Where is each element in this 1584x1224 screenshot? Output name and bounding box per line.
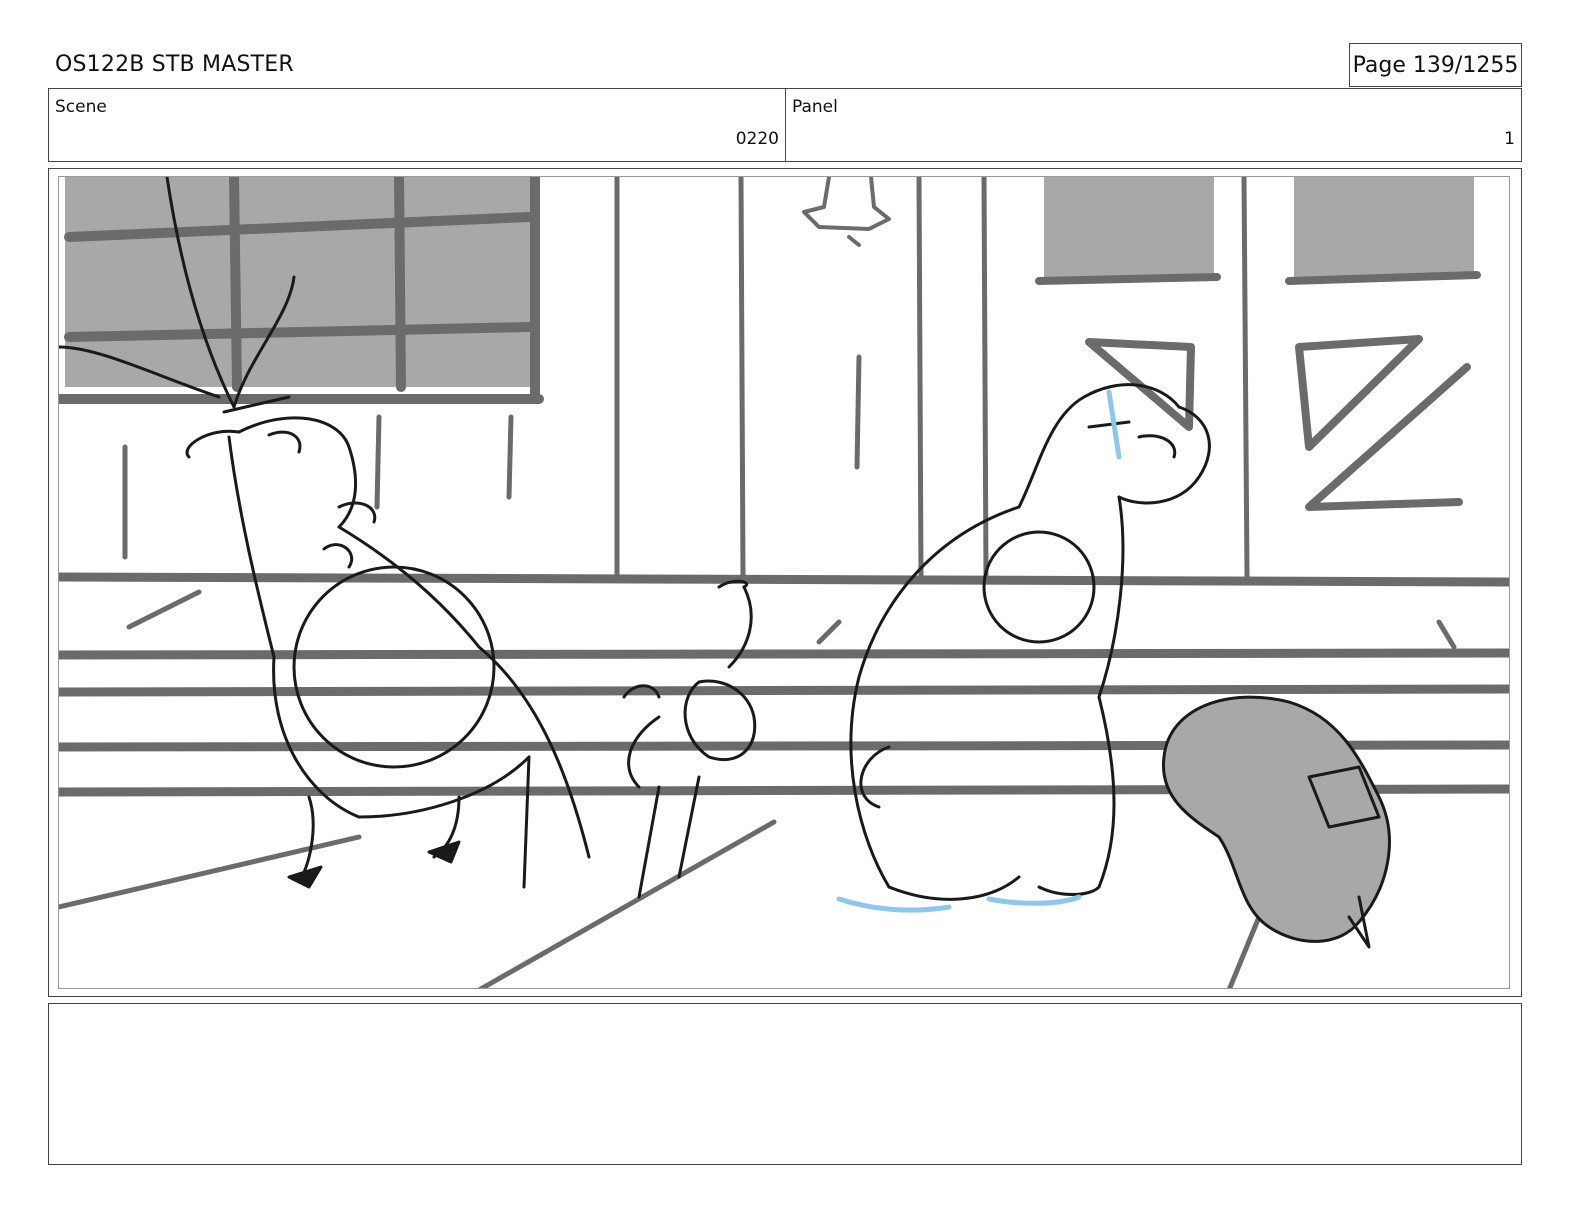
- storyboard-sketch-image: [59, 177, 1509, 988]
- panel-cell: Panel 1: [786, 89, 1521, 161]
- page-word: Page: [1352, 52, 1406, 78]
- window-right-1: [1044, 177, 1214, 277]
- scene-label: Scene: [55, 97, 107, 117]
- page-indicator: Page 139/1255: [1349, 43, 1522, 87]
- panel-label: Panel: [792, 97, 838, 117]
- scene-cell: Scene 0220: [49, 89, 786, 161]
- notes-box: [48, 1003, 1522, 1165]
- scene-value: 0220: [735, 129, 779, 149]
- window-left: [65, 177, 535, 387]
- window-right-2: [1294, 177, 1474, 277]
- gray-creature: [1161, 695, 1391, 943]
- page-number: 139/1255: [1412, 52, 1519, 78]
- panel-value: 1: [1504, 129, 1515, 149]
- scene-panel-row: Scene 0220 Panel 1: [48, 88, 1522, 162]
- document-title: OS122B STB MASTER: [55, 52, 294, 77]
- storyboard-frame: [58, 176, 1510, 989]
